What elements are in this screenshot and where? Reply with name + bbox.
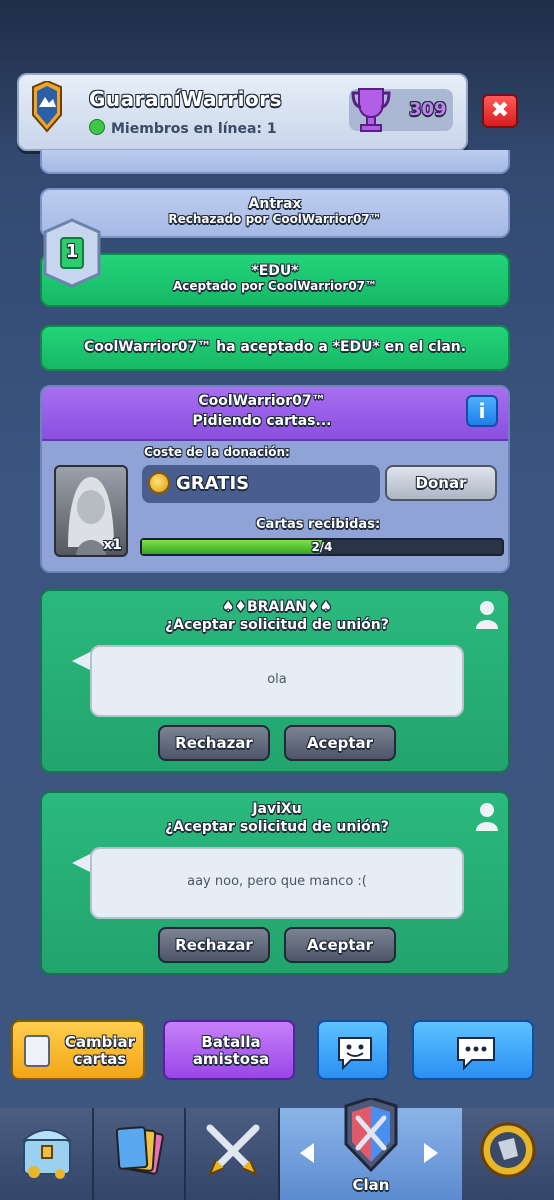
- chat-icon: [457, 1037, 495, 1071]
- card-request: CoolWarrior07™ Pidiendo cartas... i Cost…: [40, 385, 510, 573]
- card-request-header: CoolWarrior07™ Pidiendo cartas... i: [42, 387, 508, 441]
- swap-cards-label: Cambiar cartas: [64, 1033, 136, 1068]
- online-text: Miembros en línea: 1: [111, 121, 277, 137]
- nav-right-arrow-icon[interactable]: [424, 1143, 438, 1163]
- profile-icon[interactable]: [474, 599, 500, 629]
- friendly-battle-button[interactable]: Batalla amistosa: [163, 1020, 295, 1080]
- nav-left-arrow-icon[interactable]: [300, 1143, 314, 1163]
- trophy-count: 309: [409, 99, 447, 120]
- card-swap-icon: [24, 1035, 50, 1067]
- tab-battle[interactable]: [186, 1108, 280, 1200]
- cost-label: Coste de la donación:: [144, 445, 290, 459]
- crossed-swords-icon: [206, 1124, 260, 1176]
- notice-partial: [40, 150, 510, 174]
- tab-shop[interactable]: [0, 1108, 94, 1200]
- notice-title: *EDU*: [251, 263, 299, 279]
- level-number: 1: [65, 241, 79, 262]
- notice-text: CoolWarrior07™ ha aceptado a *EDU* en el…: [83, 339, 467, 355]
- tab-clan-label: Clan: [352, 1176, 390, 1194]
- applicant-name: JaviXu: [252, 801, 302, 817]
- bubble-tail: [72, 853, 92, 873]
- trophy-icon: [351, 88, 391, 132]
- cost-value: GRATIS: [176, 473, 250, 494]
- trophy-box: 309: [349, 88, 453, 132]
- request-status: Pidiendo cartas...: [192, 413, 332, 429]
- close-button[interactable]: ✖: [482, 94, 518, 128]
- chest-icon: [21, 1129, 73, 1179]
- online-dot-icon: [89, 119, 105, 135]
- notice-subtitle: Aceptado por CoolWarrior07™: [172, 279, 378, 293]
- reject-button[interactable]: Rechazar: [158, 725, 270, 761]
- info-icon: i: [478, 399, 486, 423]
- join-question: ¿Aceptar solicitud de unión?: [165, 819, 389, 835]
- join-message: aay noo, pero que manco :(: [90, 847, 464, 919]
- notice-accepted: *EDU* Aceptado por CoolWarrior07™: [40, 253, 510, 307]
- join-message: ola: [90, 645, 464, 717]
- emote-icon: [338, 1037, 372, 1071]
- chat-button[interactable]: [412, 1020, 534, 1080]
- join-request: ♠♦BRAIAN♦♠ ¿Aceptar solicitud de unión? …: [40, 589, 510, 773]
- accept-button[interactable]: Aceptar: [284, 927, 396, 963]
- requested-card[interactable]: x1: [54, 465, 128, 557]
- accept-button[interactable]: Aceptar: [284, 725, 396, 761]
- card-count: x1: [103, 537, 122, 553]
- online-members: Miembros en línea: 1: [89, 119, 277, 137]
- progress-text: 2/4: [311, 540, 333, 554]
- notice-joined: CoolWarrior07™ ha aceptado a *EDU* en el…: [40, 325, 510, 371]
- info-button[interactable]: i: [466, 395, 498, 427]
- received-label: Cartas recibidas:: [256, 517, 381, 532]
- bubble-tail: [72, 651, 92, 671]
- gold-coin-icon: [148, 472, 170, 494]
- donate-button[interactable]: Donar: [385, 465, 497, 501]
- notice-rejected: Antrax Rechazado por CoolWarrior07™: [40, 188, 510, 238]
- cost-box: GRATIS: [142, 465, 380, 503]
- emote-button[interactable]: [317, 1020, 389, 1080]
- join-request: JaviXu ¿Aceptar solicitud de unión? aay …: [40, 791, 510, 975]
- tournament-icon: [480, 1122, 536, 1178]
- applicant-name: ♠♦BRAIAN♦♠: [221, 599, 333, 615]
- tab-cards[interactable]: [94, 1108, 186, 1200]
- friendly-battle-label: Batalla amistosa: [192, 1033, 270, 1068]
- close-icon: ✖: [490, 98, 510, 123]
- clan-header: GuaraníWarriors Miembros en línea: 1 309: [17, 73, 468, 151]
- donation-progress: 2/4: [140, 538, 504, 556]
- notice-subtitle: Rechazado por CoolWarrior07™: [168, 212, 382, 226]
- profile-icon[interactable]: [474, 801, 500, 831]
- bottom-nav: [0, 1098, 554, 1200]
- clan-shield-icon: [344, 1098, 398, 1173]
- tab-tournaments[interactable]: [462, 1108, 554, 1200]
- notice-title: Antrax: [248, 196, 302, 212]
- clan-badge-icon: [32, 81, 62, 133]
- cards-icon: [115, 1126, 164, 1175]
- clan-name: GuaraníWarriors: [89, 87, 283, 111]
- reject-button[interactable]: Rechazar: [158, 927, 270, 963]
- join-question: ¿Aceptar solicitud de unión?: [165, 617, 389, 633]
- swap-cards-button[interactable]: Cambiar cartas: [11, 1020, 145, 1080]
- requester-name: CoolWarrior07™: [198, 393, 326, 409]
